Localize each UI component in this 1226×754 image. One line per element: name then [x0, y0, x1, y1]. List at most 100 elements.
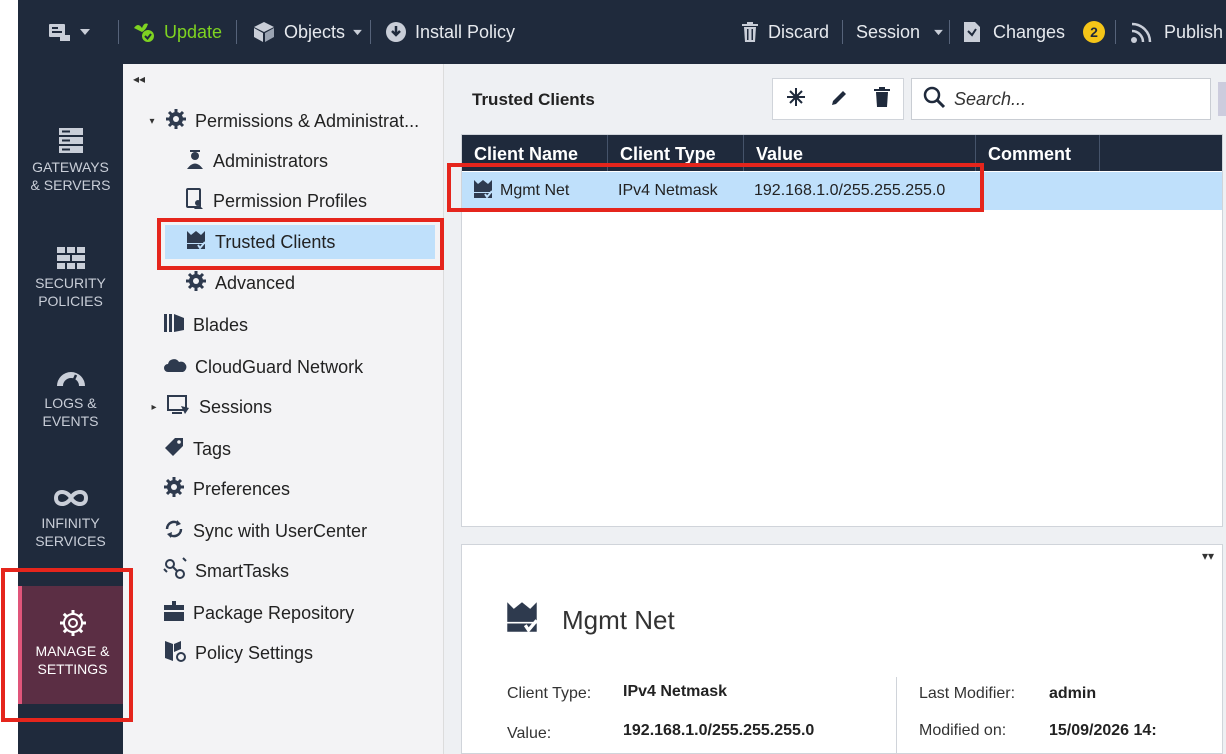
tree-item-label: Policy Settings [195, 642, 314, 663]
tree-item-label: Preferences [193, 478, 291, 499]
changes-button[interactable]: Changes 2 [963, 0, 1106, 64]
session-menu-button[interactable]: Session [856, 0, 943, 64]
trusted-client-icon [504, 599, 540, 642]
nav-label-line2: & SERVERS [30, 177, 111, 193]
administrator-icon [185, 148, 205, 175]
last-modifier-label: Last Modifier: [919, 685, 1016, 702]
blades-icon [163, 312, 185, 339]
discard-button[interactable]: Discard [740, 0, 829, 64]
update-button[interactable]: Update [132, 0, 222, 64]
column-header-client-name[interactable]: Client Name [462, 135, 608, 171]
nav-label-line2: SETTINGS [37, 661, 108, 677]
tree-item-tags[interactable]: Tags [163, 432, 231, 466]
search-box[interactable] [911, 78, 1211, 120]
table-row[interactable]: Mgmt Net IPv4 Netmask 192.168.1.0/255.25… [462, 172, 1222, 210]
column-header-client-type[interactable]: Client Type [608, 135, 744, 171]
details-title: Mgmt Net [562, 605, 675, 635]
details-divider [896, 677, 897, 754]
tree-item-package-repository[interactable]: Package Repository [163, 596, 354, 630]
collapse-panel-icon[interactable]: ◂◂ [133, 72, 145, 86]
table-header: Client Name Client Type Value Comment [462, 135, 1222, 171]
nav-manage-settings[interactable]: MANAGE & SETTINGS [18, 586, 123, 704]
nav-label-line2: EVENTS [42, 413, 99, 429]
chevron-down-icon [934, 29, 943, 36]
modified-on-value: 15/09/2026 14: [1049, 722, 1157, 739]
install-policy-button[interactable]: Install Policy [385, 0, 515, 64]
install-policy-label: Install Policy [415, 21, 516, 42]
panel-edge-button[interactable] [1218, 82, 1226, 116]
sessions-icon [167, 394, 191, 421]
value-label: Value: [507, 725, 552, 742]
left-margin [0, 0, 18, 754]
tree-item-smarttasks[interactable]: SmartTasks [163, 554, 289, 588]
publish-button[interactable]: Publish [1130, 0, 1223, 64]
new-star-icon[interactable] [785, 86, 807, 113]
cloud-icon [163, 355, 187, 380]
nav-security-policies[interactable]: SECURITY POLICIES [18, 246, 123, 346]
tree-item-permissions-administrators[interactable]: ▾ Permissions & Administrat... [147, 104, 419, 138]
gear-icon [165, 108, 187, 135]
gear-icon [22, 608, 123, 638]
toolbar-divider [370, 20, 371, 44]
trusted-clients-table: Client Name Client Type Value Comment Mg… [461, 134, 1223, 527]
tree-item-sessions[interactable]: ▸ Sessions [149, 390, 272, 424]
tree-item-trusted-clients[interactable]: Trusted Clients [165, 225, 435, 259]
nav-gateways-servers[interactable]: GATEWAYS & SERVERS [18, 126, 123, 226]
edit-pencil-icon[interactable] [830, 87, 850, 112]
tree-item-sync-usercenter[interactable]: Sync with UserCenter [163, 514, 367, 548]
nav-label-line1: LOGS & [44, 395, 97, 411]
app-menu-button[interactable] [48, 0, 90, 64]
install-policy-icon [385, 21, 407, 43]
page-title: Trusted Clients [472, 90, 595, 109]
tree-item-label: Tags [193, 438, 232, 459]
tree-item-permission-profiles[interactable]: Permission Profiles [185, 184, 367, 218]
objects-menu-button[interactable]: Objects [252, 0, 362, 64]
tree-item-label: Administrators [213, 150, 329, 171]
tree-item-label: SmartTasks [195, 560, 290, 581]
nav-label-line1: SECURITY [35, 275, 106, 291]
nav-logs-events[interactable]: LOGS & EVENTS [18, 366, 123, 466]
last-modifier-value: admin [1049, 685, 1097, 702]
settings-tree-panel: ◂◂ ▾ Permissions & Administrat... Admini… [123, 64, 444, 754]
package-icon [163, 600, 185, 627]
cell-comment [976, 172, 1100, 210]
discard-label: Discard [768, 21, 830, 42]
search-input[interactable] [954, 88, 1194, 110]
delete-trash-icon[interactable] [873, 86, 891, 113]
nav-infinity-services[interactable]: INFINITY SERVICES [18, 486, 123, 586]
expand-panel-icon[interactable]: ▾▾ [1202, 549, 1214, 563]
tree-item-advanced[interactable]: Advanced [185, 266, 295, 300]
tree-item-label: Sync with UserCenter [193, 520, 368, 541]
tree-item-blades[interactable]: Blades [163, 308, 248, 342]
column-header-comment[interactable]: Comment [976, 135, 1100, 171]
tag-icon [163, 436, 185, 463]
nav-label-line1: MANAGE & [35, 643, 110, 659]
cell-client-type: IPv4 Netmask [618, 182, 718, 199]
column-header-value[interactable]: Value [744, 135, 976, 171]
gear-icon [185, 270, 207, 297]
infinity-icon [18, 486, 123, 510]
objects-label: Objects [284, 21, 346, 42]
changes-count-badge: 2 [1083, 21, 1106, 43]
main-content: Trusted Clients Client Name Client Type … [444, 64, 1226, 754]
top-toolbar: Update Objects Install Policy Discard Se… [18, 0, 1226, 64]
tree-item-policy-settings[interactable]: Policy Settings [163, 636, 313, 670]
tree-item-label: Permission Profiles [213, 190, 368, 211]
tree-item-preferences[interactable]: Preferences [163, 472, 290, 506]
nav-label-line1: GATEWAYS [32, 159, 109, 175]
toolbar-divider [118, 20, 119, 44]
tree-item-label: Package Repository [193, 602, 355, 623]
nav-label-line2: SERVICES [35, 533, 106, 549]
collapsed-arrow-icon[interactable]: ▸ [149, 402, 159, 413]
tree-item-cloudguard-network[interactable]: CloudGuard Network [163, 350, 363, 384]
left-navigation: GATEWAYS & SERVERS SECURITY POLICIES LOG… [18, 64, 123, 754]
tree-item-label: Blades [193, 314, 249, 335]
tree-item-administrators[interactable]: Administrators [185, 144, 328, 178]
value-value: 192.168.1.0/255.255.255.0 [623, 722, 815, 739]
chevron-down-icon [80, 28, 90, 36]
toolbar-divider [236, 20, 237, 44]
expanded-arrow-icon[interactable]: ▾ [147, 116, 157, 127]
chevron-down-icon [353, 29, 362, 36]
nav-label-line1: INFINITY [41, 515, 100, 531]
trusted-client-icon [185, 229, 207, 256]
